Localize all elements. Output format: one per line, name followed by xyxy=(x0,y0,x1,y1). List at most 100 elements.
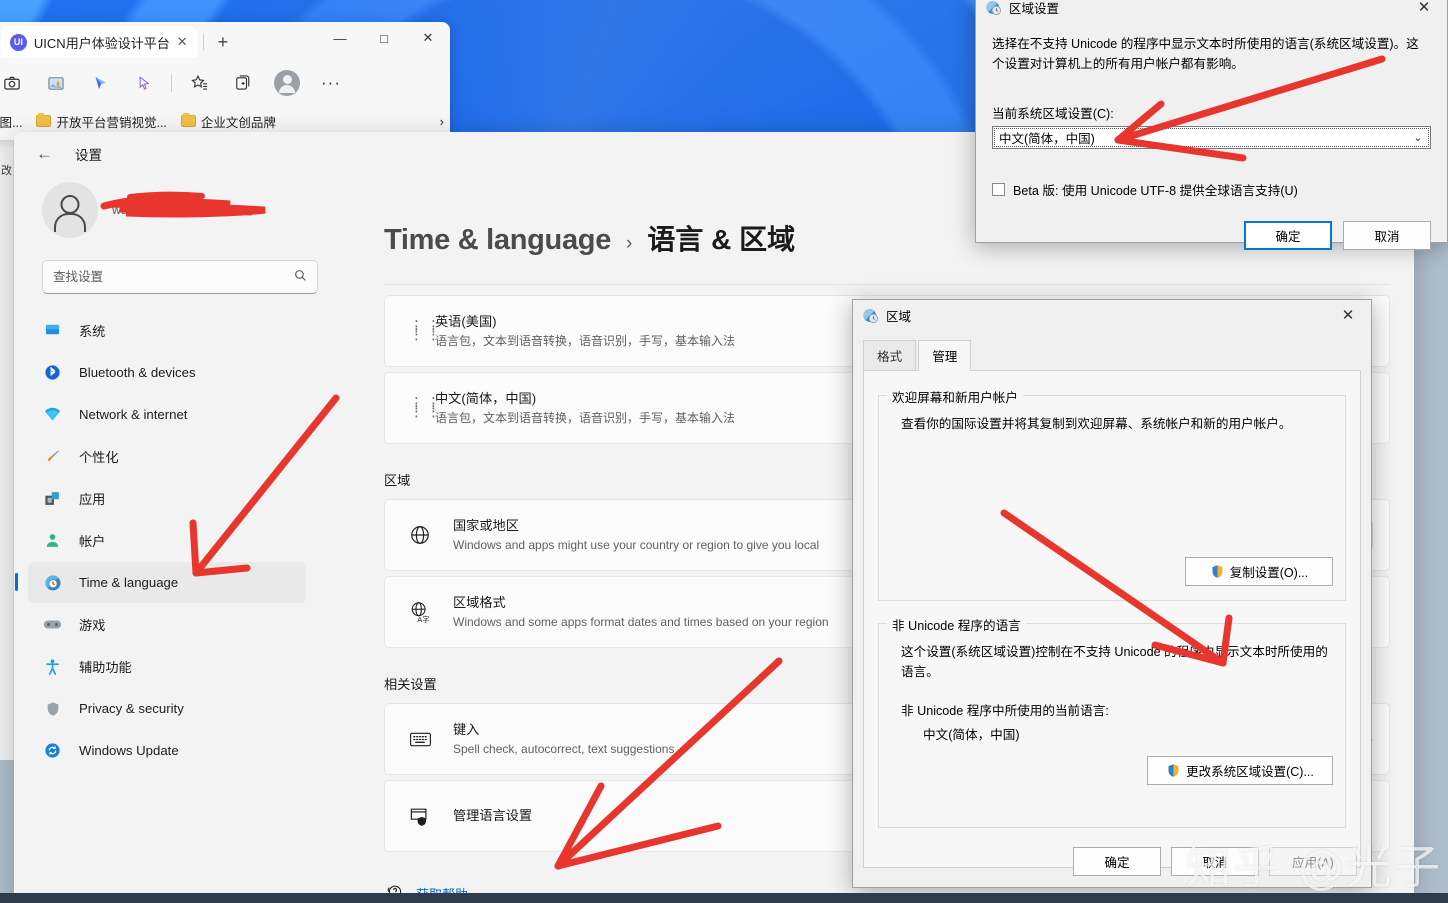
change-system-locale-button[interactable]: 更改系统区域设置(C)... xyxy=(1147,756,1333,785)
chevron-right-icon[interactable]: › xyxy=(440,114,444,129)
current-language-value: 中文(简体，中国) xyxy=(923,725,1331,745)
browser-toolbar: 勤 xyxy=(0,62,450,104)
sidebar-item-gaming[interactable]: 游戏 xyxy=(28,604,306,645)
account-block[interactable]: wangxxk.com xyxy=(28,176,306,260)
group-legend: 欢迎屏幕和新用户帐户 xyxy=(887,387,1023,406)
sidebar-item-label: 个性化 xyxy=(79,447,119,466)
sidebar-item-windows-update[interactable]: Windows Update xyxy=(28,730,306,771)
breadcrumb-parent[interactable]: Time & language xyxy=(384,224,611,257)
sidebar-item-label: 应用 xyxy=(79,489,105,508)
region-dialog-titlebar: 区域 ✕ xyxy=(853,300,1371,330)
sidebar-item-label: Bluetooth & devices xyxy=(79,365,196,380)
group-non-unicode: 非 Unicode 程序的语言 这个设置(系统区域设置)控制在不支持 Unico… xyxy=(878,623,1346,828)
account-email: wangxxk.com xyxy=(112,202,188,218)
sidebar-item-apps[interactable]: 应用 xyxy=(28,478,306,519)
locale-description: 选择在不支持 Unicode 的程序中显示文本时所使用的语言(系统区域设置)。这… xyxy=(992,34,1431,75)
bluetooth-icon xyxy=(43,363,62,382)
combo-label: 当前系统区域设置(C): xyxy=(992,103,1431,122)
sidebar-item-label: Privacy & security xyxy=(79,701,184,716)
profile-avatar[interactable] xyxy=(265,67,309,99)
checkbox[interactable] xyxy=(992,183,1005,196)
sidebar-item-system[interactable]: 系统 xyxy=(28,310,306,351)
bookmark-item[interactable]: 转 ico - 快图... xyxy=(0,112,22,131)
sidebar-item-label: 辅助功能 xyxy=(79,657,132,676)
tab-formats[interactable]: 格式 xyxy=(863,340,916,371)
sidebar-item-bluetooth-devices[interactable]: Bluetooth & devices xyxy=(28,352,306,393)
cancel-button[interactable]: 取消 xyxy=(1343,221,1431,250)
tab-uicn[interactable]: UI UICN用户体验设计平台 ✕ xyxy=(1,26,197,58)
bookmark-item[interactable]: 开放平台营销视觉... xyxy=(36,112,166,131)
svg-text:A字: A字 xyxy=(417,615,429,623)
collections-icon[interactable] xyxy=(221,67,265,99)
accessibility-icon xyxy=(43,657,62,676)
region-format-icon: A字 xyxy=(409,601,453,623)
list-top-divider xyxy=(384,284,1390,285)
favicon-icon: UI xyxy=(10,34,27,51)
minimize-button[interactable]: — xyxy=(318,22,362,54)
region-dialog[interactable]: 区域 ✕ 格式 管理 欢迎屏幕和新用户帐户 查看你的国际设置并将其复制到欢迎屏幕… xyxy=(852,299,1372,888)
sidebar-item-time-language[interactable]: Time & language xyxy=(28,562,306,603)
sidebar-item-privacy-security[interactable]: Privacy & security xyxy=(28,688,306,729)
close-icon[interactable]: ✕ xyxy=(1325,300,1371,330)
locale-dialog-titlebar: 区域设置 ✕ xyxy=(976,0,1447,22)
admin-language-icon xyxy=(409,806,453,826)
shield-icon xyxy=(43,699,62,718)
tab-label: UICN用户体验设计平台 xyxy=(34,33,170,52)
close-icon[interactable]: ✕ xyxy=(177,34,188,50)
tab-administrative[interactable]: 管理 xyxy=(918,340,971,371)
region-globe-icon xyxy=(862,307,879,324)
sidebar-item-label: 游戏 xyxy=(79,615,105,634)
ok-button[interactable]: 确定 xyxy=(1073,847,1161,876)
edge-browser-window[interactable]: 设 ✕ UI UICN用户体验设计平台 ✕ + — □ ✕ 勤 xyxy=(0,22,450,140)
apply-button: 应用(A) xyxy=(1269,847,1357,876)
back-button[interactable]: ← xyxy=(36,144,53,164)
utf8-beta-checkbox-row[interactable]: Beta 版: 使用 Unicode UTF-8 提供全球语言支持(U) xyxy=(992,180,1431,199)
sidebar-item-label: 帐户 xyxy=(79,531,105,550)
sidebar-item-network-internet[interactable]: Network & internet xyxy=(28,394,306,435)
avatar xyxy=(42,182,98,238)
region-dialog-title: 区域 xyxy=(886,306,1325,325)
group-welcome-body: 查看你的国际设置并将其复制到欢迎屏幕、系统帐户和新的用户帐户。 xyxy=(901,414,1331,434)
region-globe-icon xyxy=(985,0,1002,16)
cursor-blue-icon[interactable] xyxy=(78,67,122,99)
account-email-tail: k.com xyxy=(154,203,187,217)
ok-button[interactable]: 确定 xyxy=(1244,221,1332,250)
image-download-icon[interactable] xyxy=(34,67,78,99)
system-locale-dialog[interactable]: 区域设置 ✕ 选择在不支持 Unicode 的程序中显示文本时所使用的语言(系统… xyxy=(975,0,1448,243)
left-sliver-text: 改 xyxy=(1,162,12,178)
more-icon[interactable]: ··· xyxy=(309,67,353,99)
bookmark-item[interactable]: 企业文创品牌 xyxy=(181,112,276,131)
system-locale-value: 中文(简体，中国) xyxy=(999,128,1406,147)
camera-icon[interactable] xyxy=(0,67,34,99)
favorites-icon[interactable] xyxy=(177,67,221,99)
uac-shield-icon xyxy=(1210,564,1225,579)
group-non-unicode-body: 这个设置(系统区域设置)控制在不支持 Unicode 的程序中显示文本时所使用的… xyxy=(901,642,1331,683)
drag-handle-icon[interactable]: ⋮⋮⋮⋮ xyxy=(409,323,435,339)
maximize-button[interactable]: □ xyxy=(362,22,406,54)
system-locale-combobox[interactable]: 中文(简体，中国) ⌄ xyxy=(992,126,1431,149)
close-icon[interactable]: ✕ xyxy=(1401,0,1447,22)
cancel-button[interactable]: 取消 xyxy=(1171,847,1259,876)
partially-hidden-window-left[interactable]: 改 xyxy=(0,140,14,760)
search-icon[interactable] xyxy=(294,269,307,285)
drag-handle-icon[interactable]: ⋮⋮⋮⋮ xyxy=(409,400,435,416)
sidebar-item-personalization[interactable]: 个性化 xyxy=(28,436,306,477)
copy-settings-button[interactable]: 复制设置(O)... xyxy=(1185,557,1333,586)
chevron-down-icon[interactable]: ⌄ xyxy=(1406,131,1430,144)
search-input[interactable] xyxy=(53,270,294,284)
system-icon xyxy=(43,321,62,340)
cursor-purple-icon[interactable] xyxy=(122,67,166,99)
gaming-icon xyxy=(43,615,62,634)
group-legend: 非 Unicode 程序的语言 xyxy=(887,615,1026,634)
sidebar-item-accessibility[interactable]: 辅助功能 xyxy=(28,646,306,687)
window-title: 设置 xyxy=(75,144,102,164)
new-tab-button[interactable]: + xyxy=(210,32,237,53)
locale-dialog-title: 区域设置 xyxy=(1009,0,1401,17)
bookmark-label: 企业文创品牌 xyxy=(201,112,276,131)
change-system-locale-label: 更改系统区域设置(C)... xyxy=(1186,761,1314,780)
toolbar-divider xyxy=(171,74,172,92)
search-settings-box[interactable] xyxy=(42,260,318,294)
close-button[interactable]: ✕ xyxy=(406,22,450,54)
region-dialog-tabpanel: 欢迎屏幕和新用户帐户 查看你的国际设置并将其复制到欢迎屏幕、系统帐户和新的用户帐… xyxy=(863,370,1361,868)
sidebar-item-accounts[interactable]: 帐户 xyxy=(28,520,306,561)
